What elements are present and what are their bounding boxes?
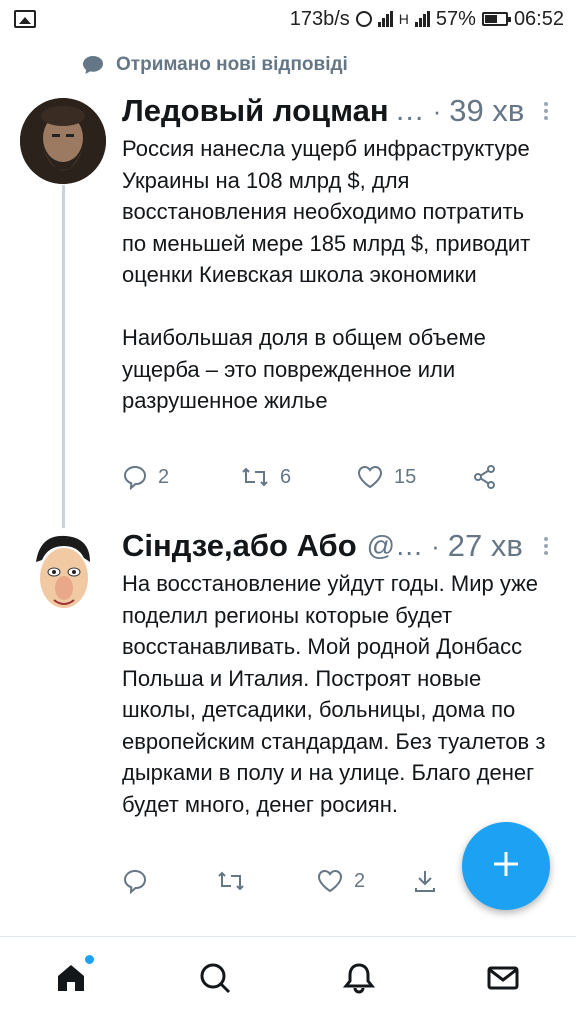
share-button[interactable] (412, 868, 438, 894)
more-options-icon[interactable] (538, 537, 554, 555)
tweet-text: Россия нанесла ущерб инфраструктуре Укра… (122, 136, 531, 413)
tweet[interactable]: Ледовый лоцман … · 39 хв Россия нанесла … (122, 92, 554, 417)
like-button[interactable]: 2 (316, 868, 412, 894)
battery-percent: 57% (435, 7, 476, 30)
share-icon (412, 868, 438, 894)
nav-notifications[interactable] (342, 961, 376, 1000)
more-options-icon[interactable] (538, 102, 554, 120)
home-icon (54, 955, 94, 1000)
tweet-header: Ледовый лоцман … · 39 хв (122, 92, 554, 130)
share-button[interactable] (472, 464, 498, 490)
separator: · (432, 95, 442, 126)
nav-home[interactable] (54, 955, 94, 1000)
reply-icon (122, 868, 148, 894)
new-replies-banner[interactable]: Отримано нові відповіді (82, 54, 348, 76)
plus-icon (491, 849, 521, 884)
tweet-time: 27 хв (447, 528, 523, 563)
nav-search[interactable] (198, 961, 232, 1000)
signal-icon (377, 11, 393, 27)
avatar[interactable] (20, 528, 106, 614)
clock: 06:52 (513, 7, 564, 30)
new-replies-label: Отримано нові відповіді (116, 54, 348, 75)
retweet-button[interactable] (216, 868, 316, 894)
net-speed: 173b/s (289, 7, 350, 30)
reply-count: 2 (158, 465, 170, 488)
retweet-icon (216, 868, 246, 894)
messages-icon (486, 966, 520, 999)
author-handle: @… (366, 530, 424, 561)
speech-bubble-icon (82, 55, 104, 75)
alarm-clock-icon (355, 11, 372, 27)
retweet-icon (240, 464, 270, 490)
thread-connector (62, 185, 65, 530)
retweet-button[interactable]: 6 (240, 464, 356, 490)
like-count: 2 (354, 869, 366, 892)
bottom-nav (0, 937, 576, 1024)
heart-icon (316, 868, 344, 894)
reply-button[interactable] (122, 868, 216, 894)
retweet-count: 6 (280, 465, 292, 488)
status-indicators: 173b/s H 57% 06:52 (290, 6, 564, 32)
tweet[interactable]: Сіндзе,або Або @… · 27 хв На восстановле… (122, 527, 554, 820)
separator: · (431, 530, 440, 561)
heart-icon (356, 464, 384, 490)
image-icon (14, 10, 36, 28)
author-name[interactable]: Сіндзе,або Або (122, 528, 357, 564)
search-icon (198, 963, 232, 999)
like-button[interactable]: 15 (356, 464, 472, 490)
status-bar: 173b/s H 57% 06:52 (0, 0, 576, 38)
tweet-time: 39 хв (449, 93, 525, 128)
tweet-actions: 2 6 15 (122, 464, 542, 490)
avatar[interactable] (20, 98, 106, 184)
tweet-header: Сіндзе,або Або @… · 27 хв (122, 527, 554, 565)
handle-truncated: … (394, 94, 425, 127)
reply-icon (122, 464, 148, 490)
author-name[interactable]: Ледовый лоцман (122, 93, 389, 129)
reply-button[interactable]: 2 (122, 464, 240, 490)
signal-icon (414, 11, 430, 27)
sim2-label: H (398, 11, 409, 27)
like-count: 15 (394, 465, 417, 488)
compose-button[interactable] (462, 822, 550, 910)
new-content-dot (85, 955, 94, 964)
battery-icon (481, 12, 511, 26)
share-icon (472, 464, 498, 490)
tweet-text: На восстановление уйдут годы. Мир уже по… (122, 571, 546, 817)
nav-messages[interactable] (486, 961, 520, 1000)
notifications-icon (342, 963, 376, 999)
